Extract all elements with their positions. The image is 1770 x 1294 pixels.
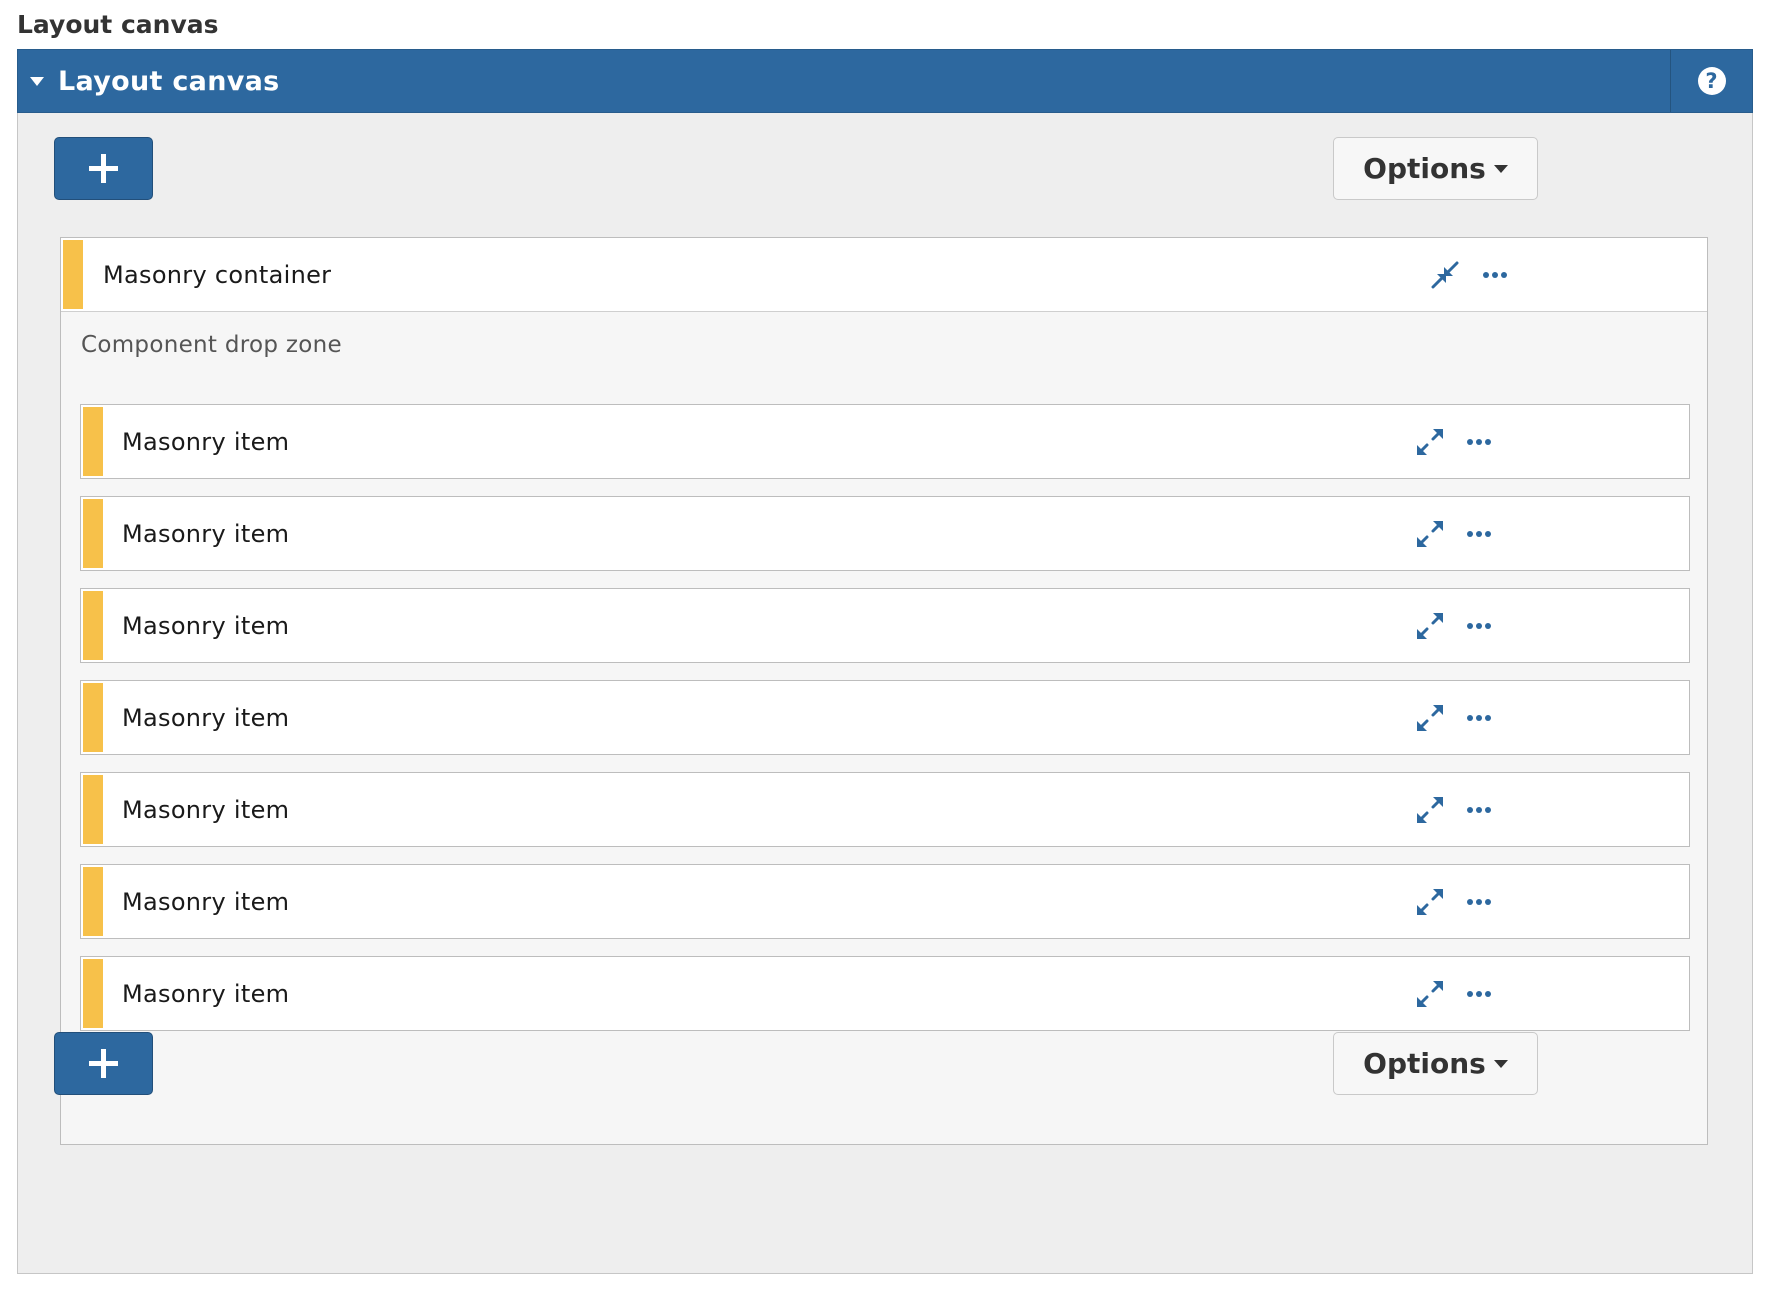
expand-button[interactable] <box>1413 701 1447 735</box>
help-button[interactable]: ? <box>1670 50 1752 112</box>
masonry-item[interactable]: Masonry item <box>80 496 1690 571</box>
ellipsis-icon <box>1467 530 1491 537</box>
ellipsis-icon <box>1483 271 1507 278</box>
expand-icon <box>1417 704 1443 731</box>
component-drop-zone-label: Component drop zone <box>81 332 342 358</box>
more-actions-button[interactable] <box>1462 885 1496 919</box>
drag-handle[interactable] <box>83 591 103 660</box>
options-label: Options <box>1363 1047 1486 1080</box>
more-actions-button[interactable] <box>1462 977 1496 1011</box>
more-actions-button[interactable] <box>1478 258 1512 292</box>
masonry-item-label: Masonry item <box>122 887 290 916</box>
masonry-item[interactable]: Masonry item <box>80 956 1690 1031</box>
masonry-item-list: Masonry item Masonry item Masonry item M… <box>80 404 1690 1048</box>
plus-icon <box>89 1049 118 1078</box>
drag-handle[interactable] <box>83 775 103 844</box>
collapse-button[interactable] <box>1428 258 1462 292</box>
more-actions-button[interactable] <box>1462 517 1496 551</box>
expand-icon <box>1417 796 1443 823</box>
drag-handle[interactable] <box>83 683 103 752</box>
add-component-button-bottom[interactable] <box>54 1032 153 1095</box>
caret-down-icon <box>30 76 44 86</box>
drag-handle[interactable] <box>83 867 103 936</box>
drag-handle[interactable] <box>83 407 103 476</box>
plus-icon <box>89 154 118 183</box>
expand-icon <box>1417 428 1443 455</box>
masonry-item[interactable]: Masonry item <box>80 404 1690 479</box>
drag-handle[interactable] <box>83 959 103 1028</box>
expand-button[interactable] <box>1413 793 1447 827</box>
panel-collapse-toggle[interactable]: Layout canvas <box>18 50 1670 112</box>
expand-button[interactable] <box>1413 977 1447 1011</box>
page-heading: Layout canvas <box>17 10 219 39</box>
masonry-item-label: Masonry item <box>122 795 290 824</box>
more-actions-button[interactable] <box>1462 425 1496 459</box>
compress-icon <box>1431 261 1459 288</box>
add-component-button-top[interactable] <box>54 137 153 200</box>
drag-handle[interactable] <box>63 240 83 309</box>
more-actions-button[interactable] <box>1462 793 1496 827</box>
more-actions-button[interactable] <box>1462 609 1496 643</box>
expand-button[interactable] <box>1413 425 1447 459</box>
masonry-item-label: Masonry item <box>122 703 290 732</box>
layout-canvas-panel: Layout canvas ? Options Masonry containe… <box>17 49 1753 1274</box>
ellipsis-icon <box>1467 438 1491 445</box>
ellipsis-icon <box>1467 898 1491 905</box>
options-dropdown-bottom[interactable]: Options <box>1333 1032 1538 1095</box>
drag-handle[interactable] <box>83 499 103 568</box>
expand-icon <box>1417 888 1443 915</box>
ellipsis-icon <box>1467 990 1491 997</box>
expand-icon <box>1417 520 1443 547</box>
masonry-item[interactable]: Masonry item <box>80 680 1690 755</box>
expand-button[interactable] <box>1413 885 1447 919</box>
masonry-item-label: Masonry item <box>122 979 290 1008</box>
caret-down-icon <box>1493 164 1508 173</box>
masonry-container[interactable]: Masonry container Component drop zone Ma… <box>60 237 1708 1145</box>
panel-header: Layout canvas ? <box>17 49 1753 113</box>
ellipsis-icon <box>1467 806 1491 813</box>
masonry-item-label: Masonry item <box>122 427 290 456</box>
expand-button[interactable] <box>1413 517 1447 551</box>
masonry-item-label: Masonry item <box>122 519 290 548</box>
masonry-container-header: Masonry container <box>61 238 1707 312</box>
question-circle-icon: ? <box>1697 67 1726 95</box>
options-label: Options <box>1363 152 1486 185</box>
expand-button[interactable] <box>1413 609 1447 643</box>
masonry-item[interactable]: Masonry item <box>80 864 1690 939</box>
more-actions-button[interactable] <box>1462 701 1496 735</box>
masonry-item[interactable]: Masonry item <box>80 772 1690 847</box>
ellipsis-icon <box>1467 622 1491 629</box>
caret-down-icon <box>1493 1059 1508 1068</box>
options-dropdown-top[interactable]: Options <box>1333 137 1538 200</box>
expand-icon <box>1417 612 1443 639</box>
ellipsis-icon <box>1467 714 1491 721</box>
masonry-container-label: Masonry container <box>103 260 332 289</box>
masonry-item[interactable]: Masonry item <box>80 588 1690 663</box>
expand-icon <box>1417 980 1443 1007</box>
masonry-item-label: Masonry item <box>122 611 290 640</box>
panel-title: Layout canvas <box>58 65 280 97</box>
